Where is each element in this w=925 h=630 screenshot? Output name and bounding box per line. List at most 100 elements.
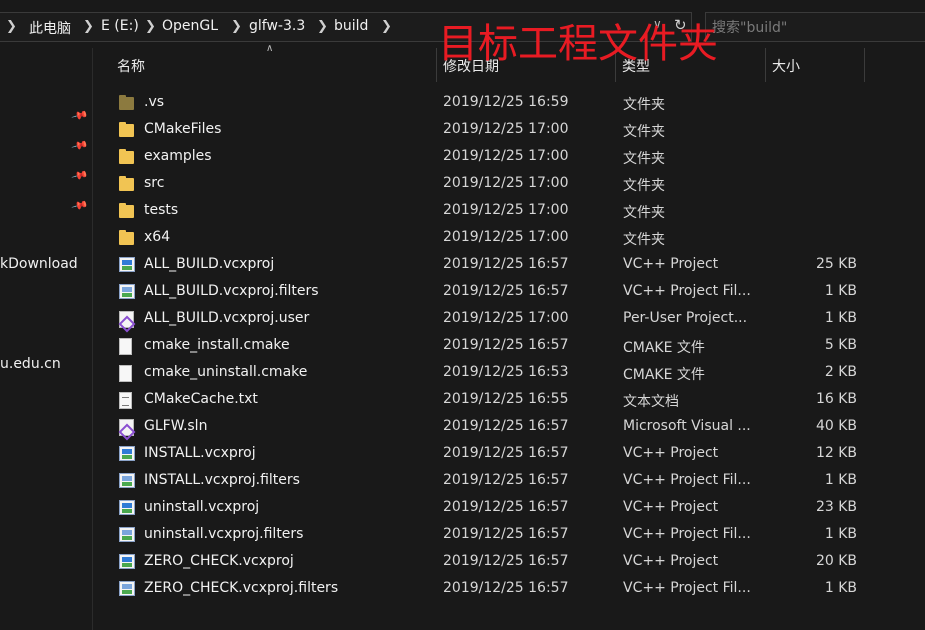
file-size: 2 KB (824, 364, 857, 380)
file-type: VC++ Project (623, 499, 719, 515)
pin-icon[interactable]: 📌 (71, 136, 89, 154)
search-input[interactable] (712, 18, 912, 38)
file-name: src (144, 175, 165, 191)
file-type: 文本文档 (623, 394, 679, 410)
file-icon-wrapper (119, 473, 136, 490)
file-name: ZERO_CHECK.vcxproj (144, 553, 294, 569)
file-icon-wrapper (119, 554, 136, 571)
file-modified-date: 2019/12/25 16:57 (443, 445, 569, 461)
file-row[interactable]: x64 2019/12/25 17:00 文件夹 (95, 225, 861, 252)
file-row[interactable]: .vs 2019/12/25 16:59 文件夹 (95, 90, 861, 117)
breadcrumb-chevron-icon[interactable]: ❯ (145, 19, 156, 34)
search-box[interactable] (705, 12, 925, 42)
column-header-name[interactable]: 名称 (117, 56, 145, 76)
file-type: VC++ Project Fil... (623, 526, 751, 542)
file-row[interactable]: CMakeFiles 2019/12/25 17:00 文件夹 (95, 117, 861, 144)
file-name: tests (144, 202, 179, 218)
vcxproj-icon (119, 257, 135, 272)
file-icon-wrapper (119, 365, 136, 382)
breadcrumb-chevron-icon[interactable]: ❯ (381, 19, 392, 34)
file-type: VC++ Project Fil... (623, 580, 751, 596)
column-divider[interactable] (436, 48, 437, 82)
file-modified-date: 2019/12/25 16:55 (443, 391, 569, 407)
vcxproj-filters-icon (119, 581, 135, 596)
file-modified-date: 2019/12/25 16:53 (443, 364, 569, 380)
nav-item-network[interactable]: u.edu.cn (0, 356, 61, 372)
file-explorer-window: ❯ 此电脑 ❯ E (E:) ❯ OpenGL ❯ glfw-3.3 ❯ bui… (0, 0, 925, 630)
file-row[interactable]: ALL_BUILD.vcxproj.user 2019/12/25 17:00 Pe… (95, 306, 861, 333)
file-icon-wrapper (119, 419, 136, 436)
file-row[interactable]: ALL_BUILD.vcxproj 2019/12/25 16:57 VC++ Pr… (95, 252, 861, 279)
file-type: VC++ Project (623, 256, 719, 272)
file-row[interactable]: INSTALL.vcxproj 2019/12/25 16:57 VC++ Proj… (95, 441, 861, 468)
breadcrumb-this-pc[interactable]: 此电脑 (29, 18, 71, 38)
file-size: 5 KB (824, 337, 857, 353)
file-icon-wrapper (119, 284, 136, 301)
file-size: 12 KB (815, 445, 857, 461)
document-icon (119, 338, 132, 355)
file-size: 23 KB (815, 499, 857, 515)
file-row[interactable]: cmake_install.cmake 2019/12/25 16:57 CMAKE… (95, 333, 861, 360)
file-modified-date: 2019/12/25 16:57 (443, 526, 569, 542)
file-row[interactable]: ZERO_CHECK.vcxproj 2019/12/25 16:57 VC++ P… (95, 549, 861, 576)
breadcrumb-glfw[interactable]: glfw-3.3 (249, 18, 305, 34)
file-row[interactable]: examples 2019/12/25 17:00 文件夹 (95, 144, 861, 171)
column-header-size[interactable]: 大小 (772, 56, 800, 76)
file-modified-date: 2019/12/25 16:57 (443, 418, 569, 434)
breadcrumb-chevron-icon[interactable]: ❯ (6, 19, 17, 34)
breadcrumb-chevron-icon[interactable]: ❯ (317, 19, 328, 34)
file-row[interactable]: tests 2019/12/25 17:00 文件夹 (95, 198, 861, 225)
pin-icon[interactable]: 📌 (71, 196, 89, 214)
file-row[interactable]: ZERO_CHECK.vcxproj.filters 2019/12/25 16:… (95, 576, 861, 603)
file-row[interactable]: ALL_BUILD.vcxproj.filters 2019/12/25 16:5… (95, 279, 861, 306)
file-size: 1 KB (824, 310, 857, 326)
file-name: .vs (144, 94, 165, 110)
file-name: INSTALL.vcxproj.filters (144, 472, 300, 488)
file-row[interactable]: src 2019/12/25 17:00 文件夹 (95, 171, 861, 198)
file-icon-wrapper (119, 392, 136, 409)
text-file-icon (119, 392, 132, 409)
file-size: 40 KB (815, 418, 857, 434)
breadcrumb-drive[interactable]: E (E:) (101, 18, 139, 34)
folder-icon (119, 230, 134, 245)
folder-icon (119, 149, 134, 164)
pin-icon[interactable]: 📌 (71, 166, 89, 184)
vcxproj-icon (119, 500, 135, 515)
file-type: CMAKE 文件 (623, 340, 705, 356)
file-row[interactable]: CMakeCache.txt 2019/12/25 16:55 文本文档 16 KB (95, 387, 861, 414)
folder-icon (119, 203, 134, 218)
file-row[interactable]: uninstall.vcxproj 2019/12/25 16:57 VC++ Pr… (95, 495, 861, 522)
file-icon-wrapper (119, 176, 136, 193)
file-row[interactable]: cmake_uninstall.cmake 2019/12/25 16:53 CMA… (95, 360, 861, 387)
file-name: ZERO_CHECK.vcxproj.filters (144, 580, 339, 596)
file-icon-wrapper (119, 149, 136, 166)
vcxproj-icon (119, 554, 135, 569)
nav-item-download[interactable]: kDownload (0, 256, 78, 272)
file-row[interactable]: GLFW.sln 2019/12/25 16:57 Microsoft Visual… (95, 414, 861, 441)
file-type: VC++ Project Fil... (623, 283, 751, 299)
vcxproj-filters-icon (119, 473, 135, 488)
file-name: uninstall.vcxproj (144, 499, 260, 515)
file-type: VC++ Project Fil... (623, 472, 751, 488)
file-row[interactable]: INSTALL.vcxproj.filters 2019/12/25 16:57 V… (95, 468, 861, 495)
file-row[interactable]: uninstall.vcxproj.filters 2019/12/25 16:5… (95, 522, 861, 549)
breadcrumb-chevron-icon[interactable]: ❯ (231, 19, 242, 34)
navigation-pane-divider (92, 48, 93, 630)
file-size: 1 KB (824, 580, 857, 596)
breadcrumb-build[interactable]: build (334, 18, 368, 34)
file-icon-wrapper (119, 311, 136, 328)
column-divider[interactable] (765, 48, 766, 82)
pin-icon[interactable]: 📌 (71, 106, 89, 124)
breadcrumb-chevron-icon[interactable]: ❯ (83, 19, 94, 34)
column-divider[interactable] (864, 48, 865, 82)
file-modified-date: 2019/12/25 16:57 (443, 553, 569, 569)
file-modified-date: 2019/12/25 16:57 (443, 499, 569, 515)
file-icon-wrapper (119, 500, 136, 517)
folder-hidden-icon (119, 95, 134, 110)
file-type: 文件夹 (623, 124, 665, 140)
file-name: uninstall.vcxproj.filters (144, 526, 304, 542)
file-modified-date: 2019/12/25 16:57 (443, 580, 569, 596)
file-modified-date: 2019/12/25 17:00 (443, 310, 569, 326)
breadcrumb-opengl[interactable]: OpenGL (162, 18, 218, 34)
file-modified-date: 2019/12/25 16:57 (443, 256, 569, 272)
